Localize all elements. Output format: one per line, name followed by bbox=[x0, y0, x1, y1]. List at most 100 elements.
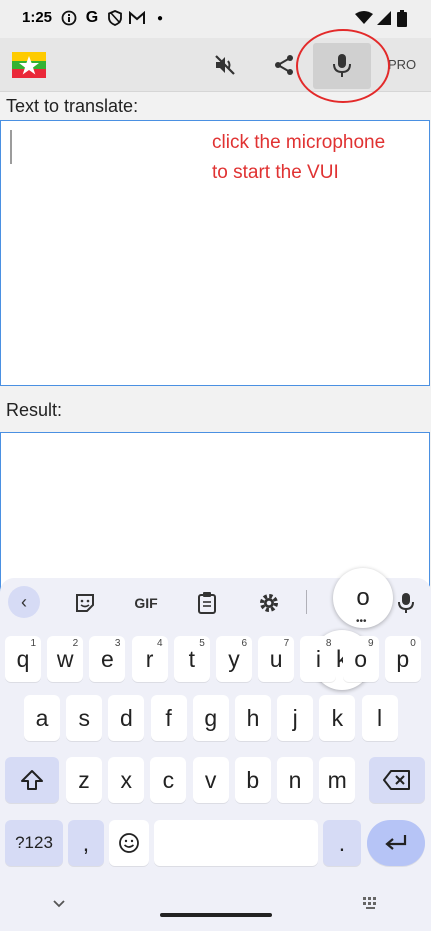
key-label: x bbox=[120, 766, 132, 793]
voice-input-icon[interactable] bbox=[391, 590, 421, 616]
symbols-key[interactable]: ?123 bbox=[5, 820, 63, 866]
chevron-down-icon[interactable] bbox=[52, 896, 66, 912]
key-label: n bbox=[288, 766, 302, 793]
key-t[interactable]: t5 bbox=[173, 636, 210, 682]
key-a[interactable]: a bbox=[24, 695, 60, 741]
emoji-key[interactable] bbox=[109, 820, 149, 866]
annotation-line-2: to start the VUI bbox=[212, 162, 339, 183]
key-label: q bbox=[16, 645, 30, 672]
key-number-hint: 5 bbox=[199, 638, 205, 649]
result-label: Result: bbox=[6, 400, 63, 420]
backspace-key[interactable] bbox=[369, 757, 425, 803]
key-v[interactable]: v bbox=[192, 757, 229, 803]
key-g[interactable]: g bbox=[192, 695, 229, 741]
key-y[interactable]: y6 bbox=[216, 636, 252, 682]
key-label: y bbox=[228, 645, 240, 672]
volume-off-icon[interactable] bbox=[208, 48, 242, 82]
signal-icon bbox=[375, 9, 393, 27]
key-c[interactable]: c bbox=[150, 757, 187, 803]
key-q[interactable]: q1 bbox=[5, 636, 41, 682]
gear-icon[interactable] bbox=[254, 590, 284, 616]
key-number-hint: 4 bbox=[157, 638, 163, 649]
pro-button[interactable]: PRO bbox=[388, 57, 416, 72]
key-label: p bbox=[396, 645, 410, 672]
highlight-circle bbox=[296, 29, 390, 103]
comma-key[interactable]: , bbox=[68, 820, 104, 866]
shift-key[interactable] bbox=[5, 757, 59, 803]
key-label: e bbox=[100, 645, 114, 672]
text-cursor bbox=[10, 130, 12, 164]
key-e[interactable]: e3 bbox=[89, 636, 126, 682]
key-i[interactable]: i8 bbox=[300, 636, 337, 682]
key-label: a bbox=[35, 704, 49, 731]
gmail-icon bbox=[128, 9, 146, 27]
key-number-hint: 0 bbox=[410, 638, 416, 649]
key-label: j bbox=[292, 704, 298, 731]
key-label: c bbox=[162, 766, 175, 793]
wifi-icon bbox=[355, 9, 373, 27]
key-k[interactable]: k bbox=[319, 695, 356, 741]
myanmar-flag-icon[interactable] bbox=[12, 52, 46, 78]
key-m[interactable]: m bbox=[319, 757, 356, 803]
key-label: z bbox=[78, 766, 90, 793]
key-w[interactable]: w2 bbox=[47, 636, 84, 682]
back-icon[interactable]: ‹ bbox=[8, 586, 40, 618]
key-label: h bbox=[246, 704, 260, 731]
key-number-hint: 1 bbox=[30, 638, 36, 649]
key-label: g bbox=[204, 704, 218, 731]
key-l[interactable]: l bbox=[361, 695, 398, 741]
key-label: k bbox=[331, 704, 344, 731]
key-label: f bbox=[165, 704, 172, 731]
key-r[interactable]: r4 bbox=[131, 636, 168, 682]
shield-icon bbox=[106, 9, 124, 27]
key-number-hint: 2 bbox=[72, 638, 79, 649]
key-label: m bbox=[327, 766, 347, 793]
key-number-hint: 9 bbox=[368, 638, 374, 649]
key-label: v bbox=[204, 766, 217, 793]
key-number-hint: 7 bbox=[283, 638, 290, 649]
key-label: l bbox=[377, 704, 383, 731]
key-d[interactable]: d bbox=[108, 695, 145, 741]
key-label: r bbox=[145, 645, 154, 672]
key-label: d bbox=[119, 704, 133, 731]
key-j[interactable]: j bbox=[277, 695, 314, 741]
gesture-handle[interactable] bbox=[160, 913, 272, 917]
dot-icon: ● bbox=[156, 12, 164, 24]
soft-keyboard bbox=[0, 578, 431, 931]
key-f[interactable]: f bbox=[150, 695, 187, 741]
sticker-icon[interactable] bbox=[70, 590, 100, 616]
key-o[interactable]: o9 bbox=[342, 636, 379, 682]
key-p[interactable]: p0 bbox=[384, 636, 421, 682]
key-b[interactable]: b bbox=[234, 757, 271, 803]
key-number-hint: 3 bbox=[114, 638, 121, 649]
key-s[interactable]: s bbox=[66, 695, 103, 741]
gif-button[interactable]: GIF bbox=[128, 590, 164, 616]
annotation-line-1: click the microphone bbox=[212, 132, 386, 153]
ellipsis-icon: ••• bbox=[356, 616, 367, 627]
key-label: i bbox=[315, 645, 321, 672]
source-label: Text to translate: bbox=[6, 96, 139, 116]
google-icon: G bbox=[85, 9, 99, 26]
keyboard-switch-icon[interactable] bbox=[362, 896, 380, 913]
key-label: s bbox=[78, 704, 90, 731]
period-key[interactable]: . bbox=[323, 820, 361, 866]
key-n[interactable]: n bbox=[277, 757, 313, 803]
key-x[interactable]: x bbox=[108, 757, 145, 803]
annotation-text: click the microphone to start the VUI bbox=[212, 128, 385, 188]
key-number-hint: 8 bbox=[325, 638, 332, 649]
enter-key[interactable] bbox=[367, 820, 425, 866]
key-label: b bbox=[246, 766, 260, 793]
key-label: t bbox=[188, 645, 195, 672]
status-time: 1:25 bbox=[22, 9, 53, 26]
key-z[interactable]: z bbox=[66, 757, 102, 803]
key-h[interactable]: h bbox=[235, 695, 271, 741]
clipboard-icon[interactable] bbox=[192, 590, 222, 616]
battery-icon bbox=[393, 9, 411, 27]
key-u[interactable]: u7 bbox=[258, 636, 295, 682]
space-key[interactable] bbox=[154, 820, 318, 866]
key-label: w bbox=[56, 645, 74, 672]
key-number-hint: 6 bbox=[241, 638, 247, 649]
key-label: u bbox=[269, 645, 283, 672]
key-label: o bbox=[354, 645, 367, 672]
info-icon bbox=[60, 9, 78, 27]
